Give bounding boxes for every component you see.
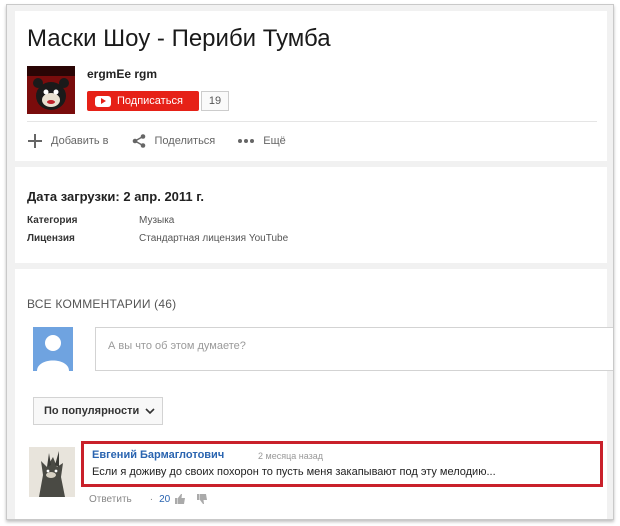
channel-name[interactable]: ergmEe rgm <box>87 67 157 81</box>
share-label: Поделиться <box>154 135 216 147</box>
thumbs-down-icon[interactable] <box>196 493 208 505</box>
upload-date: Дата загрузки: 2 апр. 2011 г. <box>27 189 204 204</box>
dot-separator: · <box>149 493 154 505</box>
highlighted-comment: Евгений Бармаглотович 2 месяца назад Есл… <box>81 441 603 487</box>
video-details-card: Дата загрузки: 2 апр. 2011 г. Категория М… <box>15 167 607 263</box>
comments-header: ВСЕ КОММЕНТАРИИ (46) <box>27 297 177 311</box>
screenshot-frame: Маски Шоу - Периби Тумба ergmEe rgm Подп… <box>6 4 614 520</box>
youtube-play-icon <box>95 95 111 107</box>
sort-label: По популярности <box>44 405 140 417</box>
commenter-avatar[interactable] <box>29 447 75 497</box>
sort-dropdown[interactable]: По популярности <box>33 397 163 425</box>
comment-text: Если я доживу до своих похорон то пусть … <box>92 466 496 478</box>
license-label: Лицензия <box>27 233 75 244</box>
default-user-icon <box>33 327 73 371</box>
add-to-button[interactable]: Добавить в <box>27 133 109 149</box>
license-value: Стандартная лицензия YouTube <box>139 233 289 244</box>
comment-author[interactable]: Евгений Бармаглотович <box>92 449 224 461</box>
category-value[interactable]: Музыка <box>139 215 174 226</box>
plus-icon <box>28 134 42 148</box>
more-dots-icon <box>238 139 255 143</box>
add-to-label: Добавить в <box>51 135 109 147</box>
channel-avatar[interactable] <box>27 66 75 114</box>
comment-time[interactable]: 2 месяца назад <box>258 451 323 461</box>
more-label: Ещё <box>263 135 286 147</box>
category-label: Категория <box>27 215 78 226</box>
subscribe-label: Подписаться <box>117 95 183 107</box>
share-button[interactable]: Поделиться <box>131 133 216 149</box>
video-title: Маски Шоу - Периби Тумба <box>27 25 331 52</box>
reply-button[interactable]: Ответить <box>89 494 132 505</box>
subscribe-button[interactable]: Подписаться <box>87 91 199 111</box>
share-icon <box>132 134 145 148</box>
comments-card: ВСЕ КОММЕНТАРИИ (46) А вы что об этом ду… <box>15 269 613 519</box>
license-row: Лицензия Стандартная лицензия YouTube <box>27 233 288 244</box>
subscriber-count: 19 <box>201 91 229 111</box>
action-bar: Добавить в Поделиться Ещё <box>27 133 308 149</box>
video-info-card: Маски Шоу - Периби Тумба ergmEe rgm Подп… <box>15 11 607 161</box>
thumbs-up-icon[interactable] <box>174 493 186 505</box>
current-user-avatar <box>33 327 73 371</box>
chevron-down-icon <box>145 408 155 415</box>
more-button[interactable]: Ещё <box>237 135 286 147</box>
like-count: 20 <box>159 493 171 505</box>
comment-input[interactable]: А вы что об этом думаете? <box>95 327 613 371</box>
comment-actions: Ответить · 20 <box>89 493 208 505</box>
category-row: Категория Музыка <box>27 215 174 226</box>
divider <box>27 121 597 122</box>
